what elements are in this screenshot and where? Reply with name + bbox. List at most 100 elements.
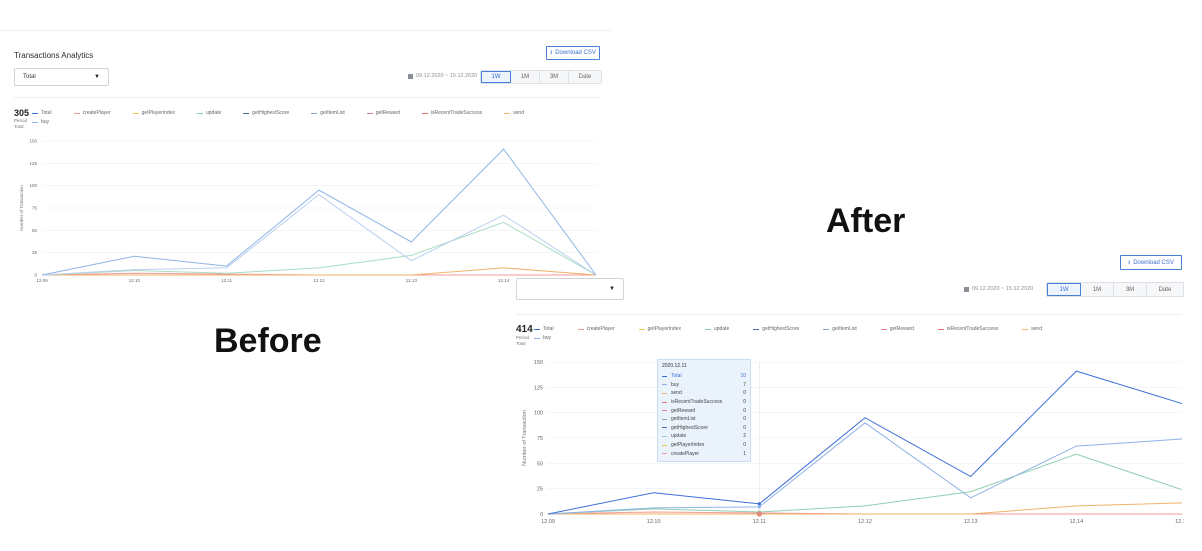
tooltip-row: getPlayerIndex 0	[662, 441, 746, 450]
x-tick-label: 12.14	[498, 278, 510, 283]
legend-swatch	[32, 121, 38, 123]
legend-swatch	[73, 112, 80, 114]
tooltip-swatch	[662, 418, 667, 420]
y-tick-label: 0	[34, 273, 37, 278]
y-tick-label: 25	[32, 250, 38, 255]
tooltip-row: getItemList 0	[662, 415, 746, 424]
legend-label: getHighestScore	[762, 326, 800, 332]
legend-item[interactable]: createPlayer	[577, 326, 615, 332]
x-tick-label: 12.12	[313, 278, 325, 283]
legend-swatch	[880, 328, 887, 330]
legend-swatch	[132, 112, 139, 114]
legend-item[interactable]: Total	[32, 110, 52, 116]
legend-label: send	[513, 110, 524, 116]
x-tick-label: 12.15	[1175, 519, 1184, 525]
y-tick-label: 150	[534, 360, 543, 366]
tooltip-row: createPlayer 1	[662, 449, 746, 458]
tooltip-swatch	[662, 392, 667, 394]
legend-label: createPlayer	[82, 110, 111, 116]
legend-swatch	[534, 337, 540, 339]
legend-label: isRecentTradeSuccess	[946, 326, 999, 332]
period-1w-button[interactable]: 1W	[481, 71, 511, 83]
tooltip-series-name: getHighestScore	[671, 424, 708, 431]
series-line-buy	[41, 193, 597, 276]
legend-swatch	[937, 328, 944, 330]
legend-swatch	[504, 112, 511, 114]
legend-item[interactable]: getItemList	[311, 110, 345, 116]
total-count: 414	[516, 324, 533, 335]
period-selector: 1W 1M 3M Date	[480, 70, 602, 84]
legend-label: isRecentTradeSuccess	[430, 110, 483, 116]
y-tick-label: 0	[540, 512, 543, 518]
legend-swatch	[638, 328, 645, 330]
y-tick-label: 125	[29, 161, 37, 166]
tooltip-series-value: 7	[743, 381, 746, 388]
download-csv-label: Download CSV	[1133, 259, 1174, 266]
date-range[interactable]: 09.12.2020 ~ 15.12.2020	[964, 286, 1033, 292]
tooltip-row: send 0	[662, 389, 746, 398]
line-chart: 0 25 50 75 100 125 150 12.09 12.10 12.11 12.12 12.1…	[19, 139, 602, 284]
legend-item[interactable]: isRecentTradeSuccess	[937, 326, 999, 332]
tooltip-series-value: 0	[743, 416, 746, 423]
legend-item[interactable]: Total	[534, 326, 554, 332]
tooltip-series-name: getReward	[671, 407, 696, 414]
legend-swatch	[243, 112, 250, 114]
chevron-down-icon: ▼	[609, 286, 615, 292]
header-divider	[516, 314, 1182, 315]
legend-swatch	[32, 112, 38, 114]
legend-label: update	[714, 326, 730, 332]
period-1m-button[interactable]: 1M	[1081, 283, 1114, 296]
legend-item[interactable]: getReward	[366, 110, 400, 116]
legend-swatch	[421, 112, 428, 114]
download-csv-button[interactable]: ⭳ Download CSV	[1120, 255, 1182, 270]
legend-item[interactable]: update	[705, 326, 729, 332]
date-range[interactable]: 09.12.2020 ~ 15.12.2020	[408, 73, 477, 79]
tooltip-series-value: 0	[743, 399, 746, 406]
legend-item[interactable]: send	[504, 110, 524, 116]
download-icon: ⭳	[550, 50, 553, 56]
period-3m-button[interactable]: 3M	[1114, 283, 1147, 296]
metric-select[interactable]: ▼	[516, 278, 624, 300]
download-csv-button[interactable]: ⭳ Download CSV	[546, 46, 600, 60]
tooltip-row: buy 7	[662, 381, 746, 390]
legend-item[interactable]: buy	[32, 119, 49, 125]
tooltip-series-value: 10	[740, 373, 746, 380]
legend-item[interactable]: getHighestScore	[243, 110, 289, 116]
legend-item[interactable]: update	[197, 110, 221, 116]
period-1w-button[interactable]: 1W	[1047, 283, 1081, 296]
legend-item[interactable]: getPlayerIndex	[638, 326, 681, 332]
y-axis-label: Number of Transaction	[522, 410, 528, 466]
legend-item[interactable]: createPlayer	[73, 110, 111, 116]
legend-item[interactable]: getHighestScore	[753, 326, 799, 332]
chart-legend: Total createPlayer getPlayerIndex update get…	[534, 326, 1042, 341]
legend-item[interactable]: send	[1022, 326, 1042, 332]
y-tick-label: 25	[537, 487, 543, 493]
legend-swatch	[366, 112, 373, 114]
period-date-button[interactable]: Date	[1147, 283, 1183, 296]
period-date-button[interactable]: Date	[569, 71, 601, 83]
metric-select-value: Total	[23, 74, 36, 80]
legend-item[interactable]: getReward	[880, 326, 914, 332]
before-caption: Before	[214, 322, 322, 360]
legend-item[interactable]: getItemList	[823, 326, 857, 332]
total-count: 305	[14, 108, 30, 118]
legend-item[interactable]: buy	[534, 335, 551, 341]
legend-item[interactable]: isRecentTradeSuccess	[421, 110, 483, 116]
legend-swatch	[311, 112, 318, 114]
y-tick-label: 50	[32, 228, 38, 233]
period-1m-button[interactable]: 1M	[511, 71, 540, 83]
x-tick-label: 12.11	[221, 278, 232, 283]
hover-point	[756, 511, 762, 517]
tooltip-series-name: getItemList	[671, 416, 696, 423]
hover-point	[757, 505, 761, 509]
tooltip-series-value: 0	[743, 407, 746, 414]
tooltip-row: getReward 0	[662, 406, 746, 415]
legend-item[interactable]: getPlayerIndex	[132, 110, 175, 116]
series-line-buy	[547, 422, 1183, 515]
legend-label: Total	[41, 110, 52, 116]
tooltip-series-name: createPlayer	[671, 450, 700, 457]
period-3m-button[interactable]: 3M	[540, 71, 569, 83]
top-divider	[0, 30, 612, 31]
metric-select[interactable]: Total ▼	[14, 68, 109, 86]
y-tick-label: 75	[537, 436, 543, 442]
